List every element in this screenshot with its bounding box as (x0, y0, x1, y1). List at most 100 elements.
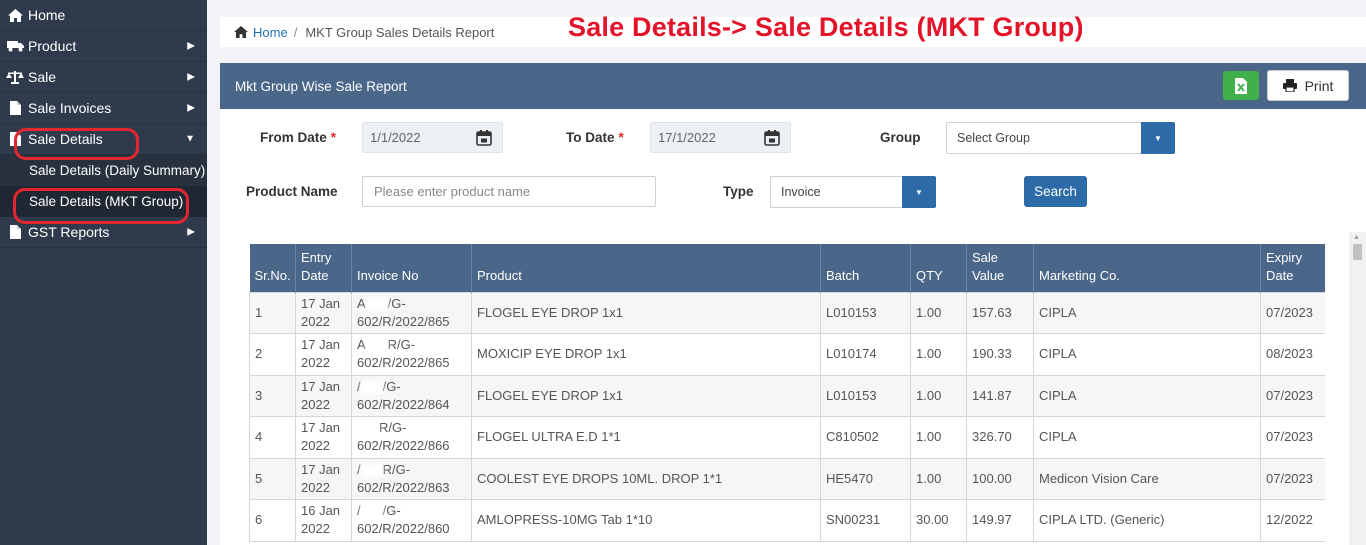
cell-sale-value: 157.63 (966, 291, 1034, 334)
cell-invoice-no: / R/G- 602/R/2022/863 (351, 457, 472, 500)
sidebar-subitem-label: Sale Details (Daily Summary) (29, 163, 206, 178)
column-header[interactable]: Batch (820, 244, 911, 292)
cell-qty: 1.00 (910, 291, 967, 334)
cell-invoice-no: A/G- 602/R/2022/865 (351, 291, 472, 334)
breadcrumb-home-link[interactable]: Home (234, 25, 288, 40)
cell-product: AMLOPRESS-10MG Tab 1*10 (471, 499, 821, 542)
from-date-label: From Date * (260, 130, 337, 145)
type-select[interactable]: Invoice ▼ (770, 176, 936, 208)
calendar-icon (764, 130, 780, 146)
home-icon (234, 26, 248, 38)
breadcrumb-home-label: Home (253, 24, 288, 40)
cell-sale-value: 141.87 (966, 374, 1034, 417)
sidebar-subitem-mkt-group[interactable]: Sale Details (MKT Group) (0, 186, 207, 217)
table-row[interactable]: 1 17 Jan 2022 A/G- 602/R/2022/865 FLOGEL EYE … (249, 291, 1325, 334)
table-row[interactable]: 3 17 Jan 2022//G- 602/R/2022/864 FLOGEL EYE … (249, 374, 1325, 417)
table-row[interactable]: 4 17 Jan 2022 R/G- 602/R/2022/866 FLOGEL ULTR… (249, 416, 1325, 459)
export-excel-button[interactable] (1223, 71, 1259, 100)
dropdown-arrow-icon: ▼ (1141, 122, 1175, 154)
chevron-right-icon: ▶ (187, 226, 195, 238)
cell-qty: 1.00 (910, 457, 967, 500)
chevron-right-icon: ▶ (187, 71, 195, 83)
cell-sale-value: 149.97 (966, 499, 1034, 542)
from-date-field[interactable]: 1/1/2022 (362, 122, 503, 153)
cell-entry-date: 17 Jan 2022 (295, 291, 352, 334)
printer-icon (1282, 79, 1297, 92)
redaction-mark (365, 339, 388, 353)
column-header[interactable]: Entry Date (295, 244, 352, 292)
sidebar-item-label: Sale Details (28, 131, 103, 147)
table-header-row: Sr.No. Entry Date Invoice No Product Bat… (249, 244, 1325, 292)
chevron-right-icon: ▶ (187, 40, 195, 52)
sidebar-item-label: GST Reports (28, 224, 110, 240)
column-header[interactable]: QTY (910, 244, 967, 292)
sidebar-item-gst-reports[interactable]: GST Reports ▶ (0, 217, 207, 248)
sidebar-item-sale-details[interactable]: Sale Details ▼ (0, 124, 207, 155)
cell-entry-date: 17 Jan 2022 (295, 333, 352, 376)
type-label: Type (723, 184, 754, 199)
cell-marketing-co: CIPLA (1033, 374, 1261, 417)
cell-marketing-co: CIPLA (1033, 333, 1261, 376)
cell-batch: C810502 (820, 416, 911, 459)
column-header[interactable]: Sr.No. (249, 244, 296, 292)
product-name-input[interactable]: Please enter product name (362, 176, 656, 207)
vertical-scrollbar[interactable]: ▲ (1349, 232, 1366, 545)
cell-sale-value: 326.70 (966, 416, 1034, 459)
sidebar-item-sale[interactable]: Sale ▶ (0, 62, 207, 93)
scrollbar-thumb[interactable] (1353, 244, 1362, 260)
print-label: Print (1304, 77, 1334, 94)
cell-sr: 2 (249, 333, 296, 376)
table-row[interactable]: 6 16 Jan 2022//G- 602/R/2022/860 AMLOPRESS-1… (249, 499, 1325, 542)
group-select[interactable]: Select Group ▼ (946, 122, 1175, 154)
panel-header: Mkt Group Wise Sale Report Print (220, 63, 1366, 109)
redaction-mark (360, 463, 383, 477)
to-date-label: To Date * (566, 130, 624, 145)
column-header[interactable]: Invoice No (351, 244, 472, 292)
print-button[interactable]: Print (1267, 70, 1349, 101)
sidebar-item-sale-invoices[interactable]: Sale Invoices ▶ (0, 93, 207, 124)
cell-product: COOLEST EYE DROPS 10ML. DROP 1*1 (471, 457, 821, 500)
cell-expiry-date: 07/2023 (1260, 291, 1325, 334)
cell-expiry-date: 07/2023 (1260, 374, 1325, 417)
cell-batch: L010174 (820, 333, 911, 376)
cell-qty: 1.00 (910, 333, 967, 376)
sidebar-item-label: Product (28, 38, 77, 54)
cell-sr: 6 (249, 499, 296, 542)
cell-sr: 1 (249, 291, 296, 334)
cell-product: FLOGEL EYE DROP 1x1 (471, 291, 821, 334)
redaction-mark (360, 380, 383, 394)
cell-marketing-co: CIPLA (1033, 416, 1261, 459)
cell-expiry-date: 08/2023 (1260, 333, 1325, 376)
cell-batch: L010153 (820, 291, 911, 334)
balance-scale-icon (5, 70, 25, 84)
column-header[interactable]: Sale Value (966, 244, 1034, 292)
table-row[interactable]: 2 17 Jan 2022 A R/G- 602/R/2022/865 MOXICIP EY… (249, 333, 1325, 376)
search-button[interactable]: Search (1024, 176, 1087, 207)
sidebar-subitem-label: Sale Details (MKT Group) (29, 194, 184, 209)
cell-product: MOXICIP EYE DROP 1x1 (471, 333, 821, 376)
panel-title: Mkt Group Wise Sale Report (235, 78, 407, 94)
column-header[interactable]: Marketing Co. (1033, 244, 1261, 292)
column-header[interactable]: Expiry Date (1260, 244, 1325, 292)
cell-entry-date: 17 Jan 2022 (295, 374, 352, 417)
file-icon (5, 132, 25, 146)
file-icon (5, 101, 25, 115)
calendar-icon (476, 130, 492, 146)
to-date-field[interactable]: 17/1/2022 (650, 122, 791, 153)
product-name-label: Product Name (246, 184, 338, 199)
sidebar-item-label: Home (28, 7, 66, 23)
dropdown-arrow-icon: ▼ (902, 176, 936, 208)
cell-product: FLOGEL EYE DROP 1x1 (471, 374, 821, 417)
sidebar-item-home[interactable]: Home (0, 0, 207, 31)
sidebar-subitem-daily-summary[interactable]: Sale Details (Daily Summary) (0, 155, 207, 186)
redaction-mark (365, 297, 388, 311)
scroll-up-icon: ▲ (1353, 234, 1360, 241)
cell-sr: 3 (249, 374, 296, 417)
redaction-mark (360, 505, 383, 519)
sidebar: Home Product ▶ Sale ▶ Sale Invoices ▶ Sa… (0, 0, 207, 545)
column-header[interactable]: Product (471, 244, 821, 292)
sidebar-item-product[interactable]: Product ▶ (0, 31, 207, 62)
chevron-right-icon: ▶ (187, 102, 195, 114)
cell-entry-date: 16 Jan 2022 (295, 499, 352, 542)
table-row[interactable]: 5 17 Jan 2022/R/G- 602/R/2022/863 COOLEST EY… (249, 457, 1325, 500)
